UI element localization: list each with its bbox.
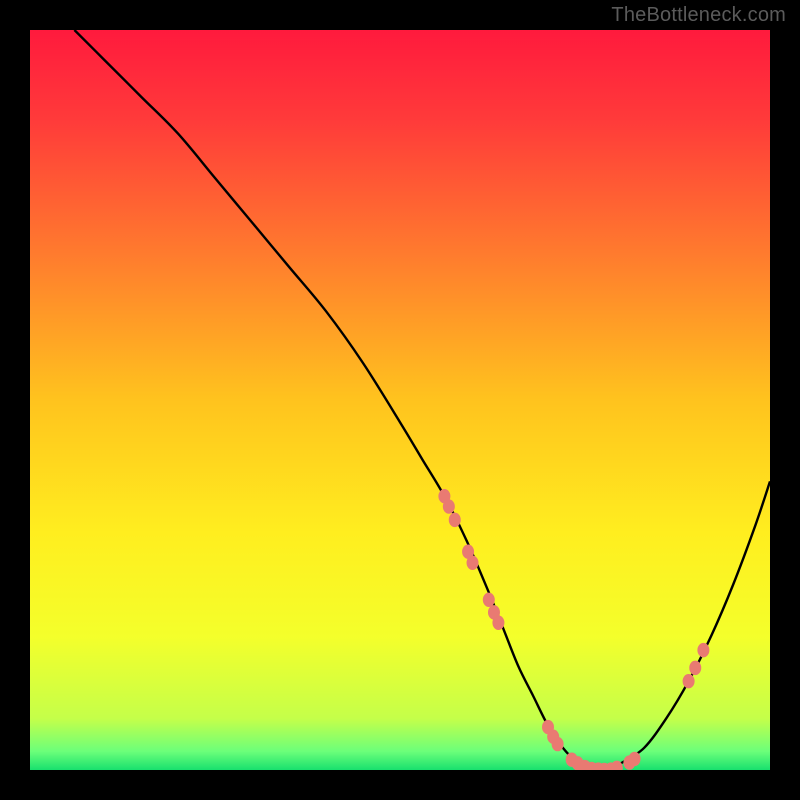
data-marker — [449, 513, 461, 527]
data-marker — [467, 556, 479, 570]
data-marker — [492, 616, 504, 630]
data-marker — [483, 593, 495, 607]
data-marker — [629, 752, 641, 766]
data-marker — [552, 737, 564, 751]
data-marker — [683, 674, 695, 688]
data-marker — [697, 643, 709, 657]
watermark-text: TheBottleneck.com — [611, 4, 786, 27]
chart-svg — [30, 30, 770, 770]
data-marker — [689, 661, 701, 675]
data-marker — [443, 499, 455, 513]
chart-frame: TheBottleneck.com — [0, 0, 800, 800]
gradient-background — [30, 30, 770, 770]
plot-area — [30, 30, 770, 770]
